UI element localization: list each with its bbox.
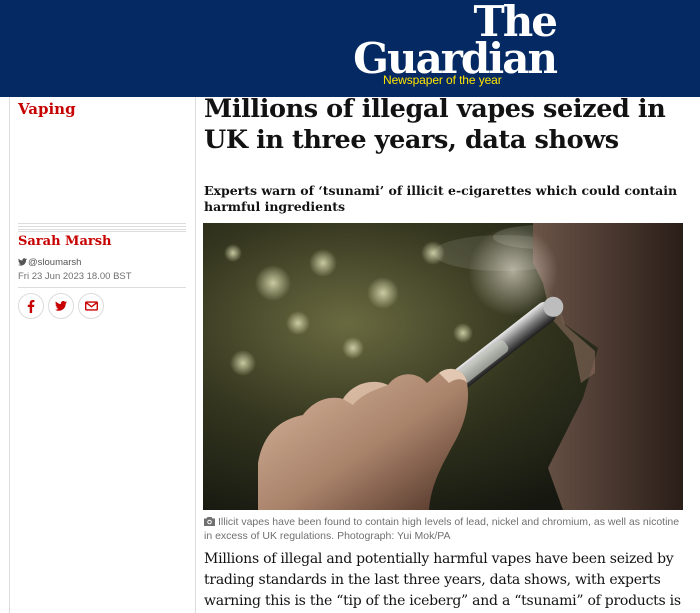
article-body-paragraph: Millions of illegal and potentially harm… <box>204 551 681 609</box>
date-divider <box>18 287 186 288</box>
column-divider-left <box>9 97 10 613</box>
image-caption: Illicit vapes have been found to contain… <box>204 515 684 543</box>
share-twitter-button[interactable] <box>48 293 74 319</box>
author-twitter-link[interactable]: @sloumarsh <box>18 257 81 268</box>
section-link-vaping[interactable]: Vaping <box>18 100 76 118</box>
author-link[interactable]: Sarah Marsh <box>18 234 112 249</box>
byline-divider <box>18 223 186 232</box>
image-caption-text: Illicit vapes have been found to contain… <box>204 516 680 542</box>
column-divider-right <box>195 97 196 613</box>
vaping-photo <box>203 223 683 510</box>
masthead: The Guardian Newspaper of the year <box>0 0 700 97</box>
masthead-tagline: Newspaper of the year <box>383 73 502 87</box>
share-email-button[interactable] <box>78 293 104 319</box>
guardian-logo[interactable]: The Guardian <box>353 1 558 80</box>
facebook-icon <box>27 299 35 313</box>
camera-icon <box>204 517 215 526</box>
publish-date: Fri 23 Jun 2023 18.00 BST <box>18 271 132 282</box>
article-main-image <box>203 223 683 510</box>
article-standfirst: Experts warn of ‘tsunami’ of illicit e-c… <box>204 183 678 214</box>
share-facebook-button[interactable] <box>18 293 44 319</box>
twitter-icon <box>55 301 67 311</box>
email-icon <box>84 301 98 311</box>
article-headline: Millions of illegal vapes seized in UK i… <box>204 94 666 155</box>
author-twitter-handle: @sloumarsh <box>28 257 82 268</box>
twitter-bird-icon <box>18 258 27 266</box>
